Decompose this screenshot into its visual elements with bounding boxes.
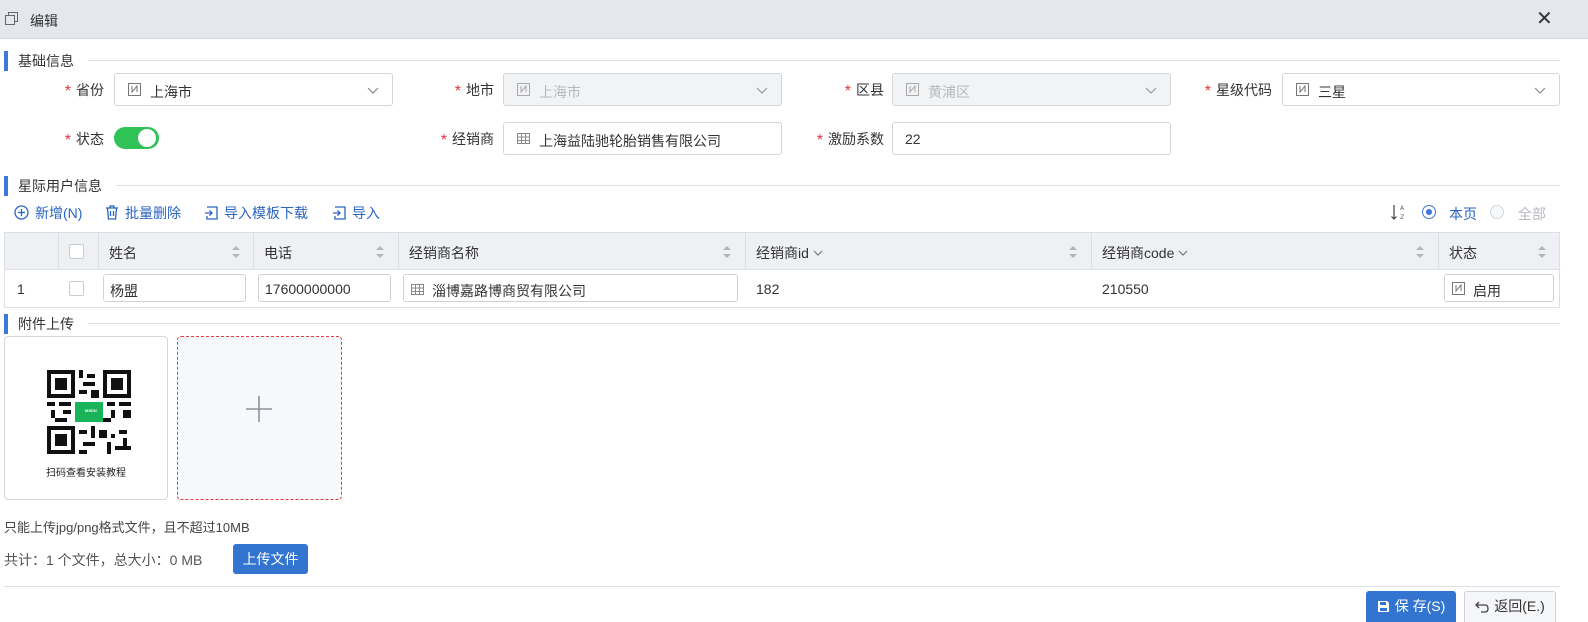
qr-badge: MSDN [85, 408, 97, 413]
chevron-down-icon [813, 250, 823, 256]
phone-cell-input[interactable]: 17600000000 [258, 274, 391, 302]
batch-delete-button[interactable]: 批量删除 [105, 203, 181, 223]
dealer-code-cell: 210550 [1102, 281, 1149, 297]
city-select[interactable]: 上海市 [503, 73, 782, 106]
column-header-dealer-name[interactable]: 经销商名称 [409, 243, 479, 263]
select-icon [1452, 282, 1465, 295]
province-select[interactable]: 上海市 [114, 73, 393, 106]
sort-icon[interactable] [1537, 243, 1547, 261]
chevron-down-icon [367, 87, 379, 94]
chevron-down-icon [1178, 250, 1188, 256]
status-cell-select[interactable]: 启用 [1444, 274, 1554, 302]
select-icon [128, 83, 141, 96]
section-divider [88, 60, 1560, 61]
toggle-knob [138, 129, 156, 147]
scope-current-label[interactable]: 本页 [1449, 204, 1477, 224]
section-title: 附件上传 [18, 316, 74, 332]
star-code-label: * 星级代码 [1204, 82, 1272, 100]
footer-divider [4, 586, 1560, 587]
incentive-input[interactable]: 22 [892, 122, 1171, 155]
upload-file-button[interactable]: 上传文件 [233, 544, 308, 574]
trash-icon [106, 205, 118, 220]
add-attachment-button[interactable] [177, 336, 342, 500]
back-button[interactable]: 返回(E.) [1464, 591, 1556, 622]
section-accent-bar [4, 51, 8, 71]
window-restore-icon [5, 12, 18, 25]
column-header-name[interactable]: 姓名 [109, 243, 137, 263]
table-icon [517, 133, 530, 144]
dialog-titlebar: 编辑 ✕ [0, 0, 1588, 39]
table-row[interactable]: 1 杨盟 17600000000 淄博嘉路博商贸有限公司 182 210550 … [5, 270, 1559, 307]
qr-caption: 扫码查看安装教程 [46, 468, 126, 479]
sort-icon[interactable] [1415, 243, 1425, 261]
section-accent-bar [4, 176, 8, 196]
province-label: * 省份 [64, 82, 104, 100]
section-title: 基础信息 [18, 53, 74, 69]
import-button[interactable]: 导入 [332, 203, 380, 223]
sort-icon[interactable] [722, 243, 732, 261]
dealer-label: * 经销商 [440, 131, 494, 149]
star-code-select[interactable]: 三星 [1282, 73, 1560, 106]
chevron-down-icon [1145, 87, 1157, 94]
select-icon [1296, 83, 1309, 96]
dialog-title: 编辑 [30, 13, 58, 29]
chevron-down-icon [756, 87, 768, 94]
sort-icon[interactable] [1068, 243, 1078, 261]
section-divider [88, 323, 1560, 324]
district-label: * 区县 [844, 82, 884, 100]
scope-all-radio[interactable] [1490, 205, 1504, 219]
city-label: * 地市 [454, 82, 494, 100]
upload-hint: 只能上传jpg/png格式文件，且不超过10MB [4, 520, 250, 535]
section-users: 星际用户信息 [4, 174, 1560, 196]
column-header-phone[interactable]: 电话 [264, 243, 292, 263]
import-icon [333, 206, 346, 220]
column-header-dealer-id[interactable]: 经销商id [756, 243, 823, 263]
row-index: 1 [17, 281, 25, 297]
svg-text:Z: Z [1400, 214, 1404, 221]
plus-icon [246, 396, 272, 422]
dealer-id-cell: 182 [756, 281, 780, 297]
return-icon [1475, 601, 1489, 613]
status-label: * 状态 [64, 131, 104, 149]
row-checkbox[interactable] [69, 281, 84, 296]
name-cell-input[interactable]: 杨盟 [103, 274, 246, 302]
select-all-checkbox[interactable] [69, 244, 84, 259]
close-icon[interactable]: ✕ [1536, 9, 1553, 29]
select-icon [906, 83, 919, 96]
users-table: 姓名 电话 经销商名称 经销商id 经销商code 状态 1 杨盟 176000… [4, 232, 1560, 308]
table-icon [411, 284, 424, 295]
download-template-button[interactable]: 导入模板下载 [204, 203, 308, 223]
chevron-down-icon [1534, 87, 1546, 94]
upload-summary: 共计：1 个文件，总大小：0 MB [4, 552, 203, 568]
save-button[interactable]: 保 存(S) [1366, 591, 1456, 622]
incentive-label: * 激励系数 [816, 131, 884, 149]
column-header-dealer-code[interactable]: 经销商code [1102, 243, 1188, 263]
section-attachments: 附件上传 [4, 312, 1560, 334]
sort-az-icon[interactable]: A Z [1390, 203, 1408, 221]
add-button[interactable]: 新增(N) [14, 203, 82, 223]
scope-current-radio[interactable] [1422, 205, 1436, 219]
attachment-thumbnail[interactable]: MSDN 扫码查看安装教程 [4, 336, 168, 500]
dealer-field[interactable]: 上海益陆驰轮胎销售有限公司 [503, 122, 782, 155]
dealer-name-cell-input[interactable]: 淄博嘉路博商贸有限公司 [403, 274, 738, 302]
section-basic-info: 基础信息 [4, 49, 1560, 71]
district-select[interactable]: 黄浦区 [892, 73, 1171, 106]
save-icon [1377, 601, 1389, 612]
sort-icon[interactable] [231, 243, 241, 261]
svg-text:A: A [1400, 205, 1405, 212]
scope-all-label[interactable]: 全部 [1518, 204, 1546, 224]
select-icon [517, 83, 530, 96]
section-divider [116, 185, 1560, 186]
import-icon [205, 206, 218, 220]
status-toggle[interactable] [114, 127, 159, 149]
section-title: 星际用户信息 [18, 178, 102, 194]
table-header: 姓名 电话 经销商名称 经销商id 经销商code 状态 [5, 233, 1559, 270]
plus-circle-icon [14, 205, 29, 220]
sort-icon[interactable] [375, 243, 385, 261]
section-accent-bar [4, 314, 8, 334]
column-header-status[interactable]: 状态 [1449, 243, 1477, 263]
